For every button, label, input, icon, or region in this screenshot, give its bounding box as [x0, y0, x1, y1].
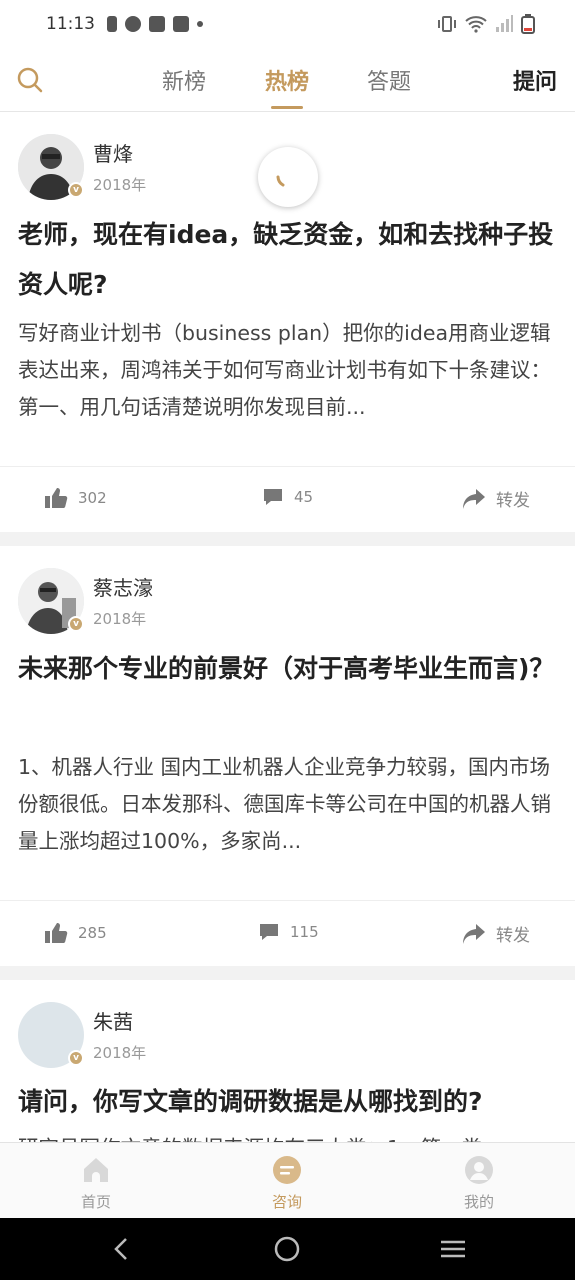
author-name[interactable]: 朱茜: [93, 1006, 133, 1035]
tab-bar: 新榜 热榜 答题: [0, 48, 575, 112]
bottom-tab-bar: 首页 咨询 我的: [0, 1142, 575, 1218]
comment-icon: [260, 924, 278, 940]
verified-badge-icon: v: [68, 182, 84, 198]
bottom-tab-home[interactable]: 首页: [56, 1155, 136, 1212]
alert-icon: [107, 16, 117, 32]
back-icon[interactable]: [107, 1234, 137, 1264]
bottom-tab-profile[interactable]: 我的: [439, 1155, 519, 1212]
divider: [0, 466, 575, 467]
card-separator: [0, 532, 575, 546]
share-label: 转发: [496, 491, 530, 511]
chat-icon: [273, 1156, 301, 1184]
question-card[interactable]: v 蔡志濠 2018年 未来那个专业的前景好（对于高考毕业生而言)？ 1、机器人…: [0, 546, 575, 966]
like-button[interactable]: 302: [44, 486, 107, 510]
bottom-tab-consult[interactable]: 咨询: [247, 1155, 327, 1212]
system-navigation-bar: [0, 1218, 575, 1280]
verified-badge-icon: v: [68, 1050, 84, 1066]
profile-icon: [465, 1156, 493, 1184]
tab-new-list[interactable]: 新榜: [162, 64, 206, 96]
comment-button[interactable]: 45: [262, 486, 313, 508]
status-system-icons: [437, 14, 535, 34]
battery-icon: [521, 14, 535, 34]
question-feed: v 曹烽 2018年 老师，现在有idea，缺乏资金，如和去找种子投资人呢? 写…: [0, 112, 575, 1142]
loading-icon: [276, 175, 285, 187]
like-count: 302: [78, 489, 107, 507]
bottom-tab-label: 咨询: [271, 1193, 302, 1211]
tab-hot-list[interactable]: 热榜: [265, 64, 309, 96]
answer-excerpt[interactable]: 1、机器人行业 国内工业机器人企业竞争力较弱，国内市场份额很低。日本发那科、德国…: [18, 749, 558, 860]
status-bar: 11:13: [0, 0, 575, 48]
comment-button[interactable]: 115: [258, 921, 319, 943]
question-card[interactable]: v 朱茜 2018年 请问，你写文章的调研数据是从哪找到的? 研究员写作文章的数…: [0, 980, 575, 1142]
question-title[interactable]: 未来那个专业的前景好（对于高考毕业生而言)？: [18, 644, 558, 694]
loading-spinner: [258, 147, 318, 207]
home-circle-icon[interactable]: [272, 1234, 302, 1264]
ask-question-button[interactable]: 提问: [513, 64, 557, 96]
wifi-icon: [465, 16, 487, 33]
like-button[interactable]: 285: [44, 921, 107, 945]
share-icon: [463, 488, 485, 509]
author-name[interactable]: 蔡志濠: [93, 572, 153, 601]
app-icon: [125, 16, 141, 32]
divider: [0, 900, 575, 901]
share-label: 转发: [496, 926, 530, 946]
home-icon: [84, 1158, 108, 1182]
mail-icon: [149, 16, 165, 32]
comment-icon: [264, 489, 282, 505]
question-title[interactable]: 请问，你写文章的调研数据是从哪找到的?: [18, 1077, 558, 1127]
comment-count: 115: [290, 923, 319, 941]
tab-answers[interactable]: 答题: [367, 64, 411, 96]
card-separator: [0, 966, 575, 980]
vibrate-icon: [438, 16, 456, 32]
menu-icon[interactable]: [438, 1234, 468, 1264]
post-date: 2018年: [93, 610, 147, 628]
post-date: 2018年: [93, 1044, 147, 1062]
more-dot-icon: [197, 21, 203, 27]
bottom-tab-label: 首页: [80, 1193, 111, 1211]
signal-icon: [496, 15, 513, 32]
answer-excerpt[interactable]: 写好商业计划书（business plan）把你的idea用商业逻辑表达出来，周…: [18, 315, 558, 426]
like-count: 285: [78, 924, 107, 942]
verified-badge-icon: v: [68, 616, 84, 632]
thumbs-up-icon: [45, 923, 68, 943]
share-icon: [463, 923, 485, 944]
status-time: 11:13: [46, 14, 95, 34]
status-notification-icons: [107, 16, 203, 32]
post-date: 2018年: [93, 176, 147, 194]
active-tab-indicator: [271, 106, 303, 109]
question-title[interactable]: 老师，现在有idea，缺乏资金，如和去找种子投资人呢?: [18, 210, 558, 310]
mail-icon: [173, 16, 189, 32]
bottom-tab-label: 我的: [463, 1193, 494, 1211]
author-name[interactable]: 曹烽: [93, 138, 133, 167]
answer-excerpt[interactable]: 研究员写作文章的数据来源均有三大类：1、第一类: [18, 1130, 558, 1142]
top-navigation: 新榜 热榜 答题 提问: [0, 48, 575, 112]
share-button[interactable]: 转发: [462, 486, 530, 511]
thumbs-up-icon: [45, 488, 68, 508]
share-button[interactable]: 转发: [462, 921, 530, 946]
comment-count: 45: [294, 488, 314, 506]
